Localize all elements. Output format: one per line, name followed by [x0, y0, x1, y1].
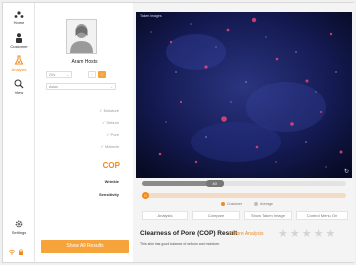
customer-icon	[16, 33, 22, 43]
metric-moisture-label: Moisture	[103, 108, 119, 113]
age-select-value: 20's	[49, 73, 56, 77]
control-menu-button[interactable]: Control Menu On	[296, 211, 348, 220]
score-knob[interactable]: 40	[205, 180, 224, 187]
score-track: 40	[142, 180, 346, 187]
nav-item-home[interactable]: Home	[3, 11, 35, 25]
lock-icon	[19, 249, 23, 255]
view-icon	[14, 79, 24, 89]
metric-pore[interactable]: ✓Pore	[106, 132, 119, 137]
skin-image-viewer[interactable]: Taken images ↻	[136, 12, 352, 178]
status-icons	[8, 249, 30, 255]
home-icon	[14, 11, 24, 18]
analysis-button[interactable]: Analysis	[142, 211, 188, 220]
nav-home-label: Home	[13, 20, 25, 25]
result-description: This skin has good balance of sebum and …	[140, 242, 220, 246]
chevron-down-icon: ⌄	[66, 73, 69, 77]
metric-sensitivity[interactable]: Sensitivity	[99, 192, 119, 197]
avatar-placeholder-icon	[67, 20, 96, 53]
result-title: Clearness of Pore (COP) Result	[140, 230, 238, 237]
nav-item-settings[interactable]: Settings	[3, 219, 35, 235]
nav-settings-label: Settings	[11, 230, 27, 235]
legend-customer-dot	[221, 202, 225, 207]
legend-customer: Customer	[221, 202, 243, 207]
taken-images-label: Taken images	[140, 14, 162, 18]
score-value: 40	[212, 181, 217, 186]
metric-melanin-label: Melanin	[104, 144, 119, 149]
rotate-icon[interactable]: ↻	[344, 168, 349, 175]
wifi-icon	[8, 249, 16, 255]
legend-average-label: Average	[260, 202, 273, 206]
check-icon: ✓	[100, 144, 104, 149]
average-knob[interactable]: 0	[142, 192, 149, 199]
nav-item-view[interactable]: View	[3, 79, 35, 95]
skin-type-select[interactable]: Asian ⌄	[46, 83, 116, 90]
average-value: 0	[144, 193, 147, 198]
metric-moisture[interactable]: ✓Moisture	[99, 108, 119, 113]
main-area: Taken images ↻ 40 0 Customer Average Ana…	[133, 3, 355, 262]
check-icon: ✓	[99, 108, 103, 113]
metric-wrinkle[interactable]: Wrinkle	[105, 179, 119, 184]
nav-item-customer[interactable]: Customer	[3, 33, 35, 49]
nav-view-label: View	[14, 90, 24, 95]
profile-panel: Aram Hosts 20's ⌄ ♂ ♀ Asian ⌄ ✓Moisture …	[36, 3, 133, 262]
metric-cop-current[interactable]: COP	[103, 161, 120, 170]
legend-average-dot	[254, 202, 258, 207]
average-track: 0	[142, 192, 346, 199]
gender-male-button[interactable]: ♂	[88, 71, 96, 78]
nav-customer-label: Customer	[10, 44, 28, 49]
metric-pore-label: Pore	[110, 132, 119, 137]
user-name: Aram Hosts	[71, 59, 98, 65]
skin-type-value: Asian	[49, 85, 58, 89]
metric-melanin[interactable]: ✓Melanin	[101, 144, 119, 149]
settings-icon	[15, 220, 23, 228]
check-icon: ✓	[101, 120, 106, 125]
age-select[interactable]: 20's ⌄	[46, 71, 72, 78]
show-all-results-button[interactable]: Show All Results	[41, 240, 129, 253]
compare-button[interactable]: Compare	[192, 211, 240, 220]
analysis-icon	[14, 55, 24, 65]
before-analysis-link[interactable]: Before Analysis	[229, 231, 263, 237]
rating-stars: ★★★★★	[278, 228, 338, 240]
skin-microscope-image	[136, 12, 352, 178]
nav-analysis-label: Analysis	[11, 67, 27, 72]
metric-sebum[interactable]: ✓Sebum	[102, 120, 119, 125]
avatar[interactable]	[66, 19, 97, 54]
legend-customer-label: Customer	[227, 202, 243, 206]
side-nav: Home Customer Analysis View Settings	[3, 3, 35, 262]
app-window: Home Customer Analysis View Settings Ara…	[2, 2, 355, 263]
legend-average: Average	[254, 202, 273, 207]
show-taken-image-button[interactable]: Show Taken Image	[244, 211, 292, 220]
metric-sebum-label: Sebum	[106, 120, 119, 125]
nav-item-analysis[interactable]: Analysis	[3, 55, 35, 72]
check-icon: ✓	[106, 132, 110, 137]
chevron-down-icon: ⌄	[110, 85, 113, 89]
gender-female-button[interactable]: ♀	[98, 71, 106, 78]
